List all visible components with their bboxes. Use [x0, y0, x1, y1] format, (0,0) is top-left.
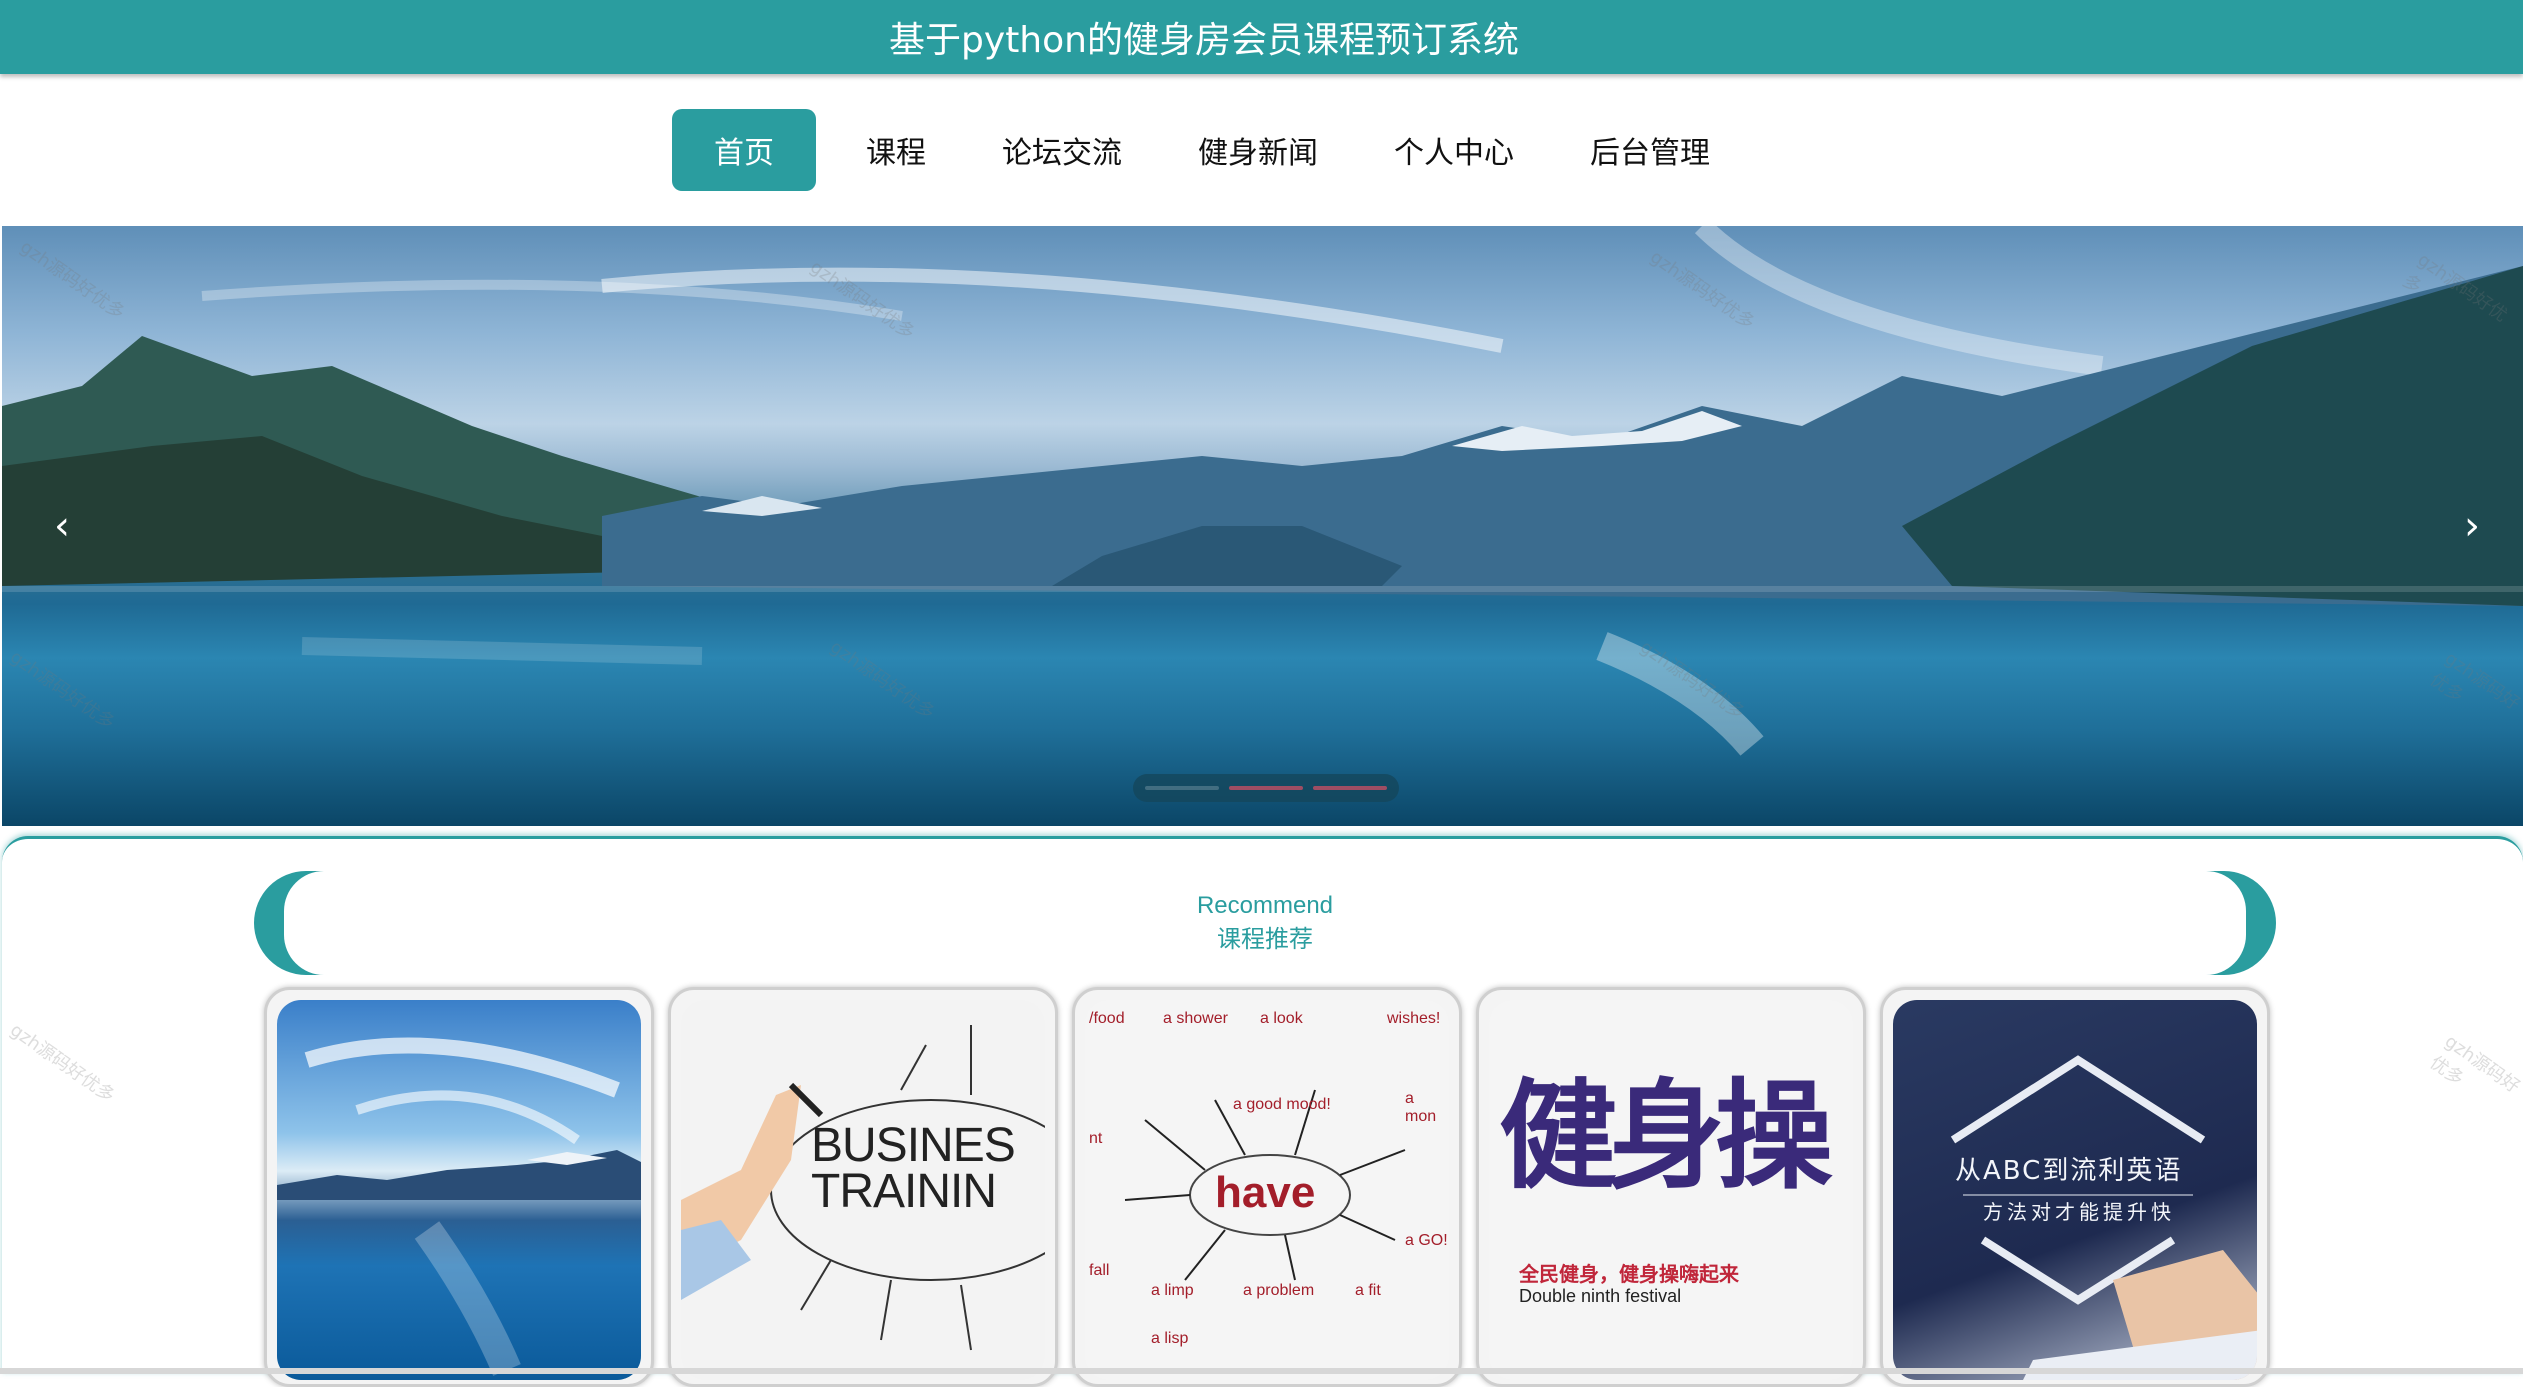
course-card-list: BUSINES TRAININ have /food a shower a lo…: [264, 987, 2274, 1387]
course-card-image: have /food a shower a look wishes! a goo…: [1085, 1000, 1449, 1380]
lake-mountains-banner-image: [2, 226, 2523, 756]
carousel-dot-1[interactable]: [1145, 786, 1219, 790]
card-center-word: have: [1215, 1168, 1316, 1217]
course-card[interactable]: 健身操 全民健身，健身操嗨起来 Double ninth festival: [1476, 987, 1866, 1387]
card-text-line: TRAININ: [811, 1165, 997, 1218]
recommend-title-cn: 课程推荐: [1217, 925, 1313, 953]
carousel-dot-3[interactable]: [1313, 786, 1387, 790]
card-word: a look: [1260, 1010, 1303, 1027]
card-calligraphy: 健身操: [1499, 1066, 1833, 1205]
card-subtitle-cn: 全民健身，健身操嗨起来: [1519, 1262, 1739, 1286]
course-card-image: [277, 1000, 641, 1380]
course-card[interactable]: 从ABC到流利英语 方法对才能提升快: [1880, 987, 2270, 1387]
nav-item-admin[interactable]: 后台管理: [1564, 109, 1736, 191]
chevron-right-icon: ›: [2464, 503, 2480, 549]
site-title: 基于python的健身房会员课程预订系统: [889, 20, 1519, 61]
nav-item-forum[interactable]: 论坛交流: [976, 109, 1148, 191]
course-card-image: 健身操 全民健身，健身操嗨起来 Double ninth festival: [1489, 1000, 1853, 1380]
card-word: a fit: [1355, 1282, 1381, 1299]
page-bottom-divider: [0, 1368, 2523, 1374]
card-word: a limp: [1151, 1282, 1194, 1299]
carousel-next-button[interactable]: ›: [2442, 496, 2502, 556]
card-word: a problem: [1243, 1282, 1315, 1299]
card-word: a mon: [1405, 1090, 1437, 1125]
card-word: nt: [1089, 1130, 1103, 1147]
english-learning-image: [1950, 1055, 2257, 1380]
course-card[interactable]: [264, 987, 654, 1387]
recommend-heading: Recommend 课程推荐: [254, 871, 2276, 975]
watermark-text: gzh源码好优多: [2425, 1030, 2523, 1098]
nav-item-courses[interactable]: 课程: [840, 109, 952, 191]
card-subtitle-en: Double ninth festival: [1519, 1286, 1682, 1306]
course-card-image: BUSINES TRAININ: [681, 1000, 1045, 1380]
site-header: 基于python的健身房会员课程预订系统: [0, 0, 2523, 74]
hero-carousel[interactable]: ‹ › gzh源码好优多 gzh源码好优多 gzh源码好优多 gzh源码好优多 …: [2, 226, 2523, 826]
lake-mountains-image: [277, 1037, 641, 1376]
course-card[interactable]: have /food a shower a look wishes! a goo…: [1072, 987, 1462, 1387]
carousel-prev-button[interactable]: ‹: [32, 496, 92, 556]
card-word: a lisp: [1151, 1330, 1189, 1347]
card-word: fall: [1089, 1262, 1110, 1279]
card-line1: 从ABC到流利英语: [1955, 1156, 2183, 1186]
card-line2: 方法对才能提升快: [1983, 1200, 2175, 1224]
course-card-image: 从ABC到流利英语 方法对才能提升快: [1893, 1000, 2257, 1380]
nav-item-profile[interactable]: 个人中心: [1368, 109, 1540, 191]
watermark-text: gzh源码好优多: [6, 1019, 119, 1107]
nav-item-news[interactable]: 健身新闻: [1172, 109, 1344, 191]
carousel-dot-2[interactable]: [1229, 786, 1303, 790]
recommend-section: Recommend 课程推荐 BUSINES TRAININ have /foo…: [2, 836, 2523, 1387]
card-word: wishes!: [1387, 1010, 1441, 1027]
card-word: a good mood!: [1233, 1096, 1331, 1113]
chevron-left-icon: ‹: [54, 503, 70, 549]
card-word: /food: [1089, 1010, 1125, 1027]
card-word: a GO!: [1405, 1232, 1448, 1249]
main-nav: 首页 课程 论坛交流 健身新闻 个人中心 后台管理: [0, 74, 2523, 226]
carousel-indicators: [1133, 774, 1399, 802]
recommend-title-en: Recommend: [1196, 892, 1334, 919]
course-card[interactable]: BUSINES TRAININ: [668, 987, 1058, 1387]
nav-item-home[interactable]: 首页: [672, 109, 816, 191]
card-word: a shower: [1163, 1010, 1228, 1027]
